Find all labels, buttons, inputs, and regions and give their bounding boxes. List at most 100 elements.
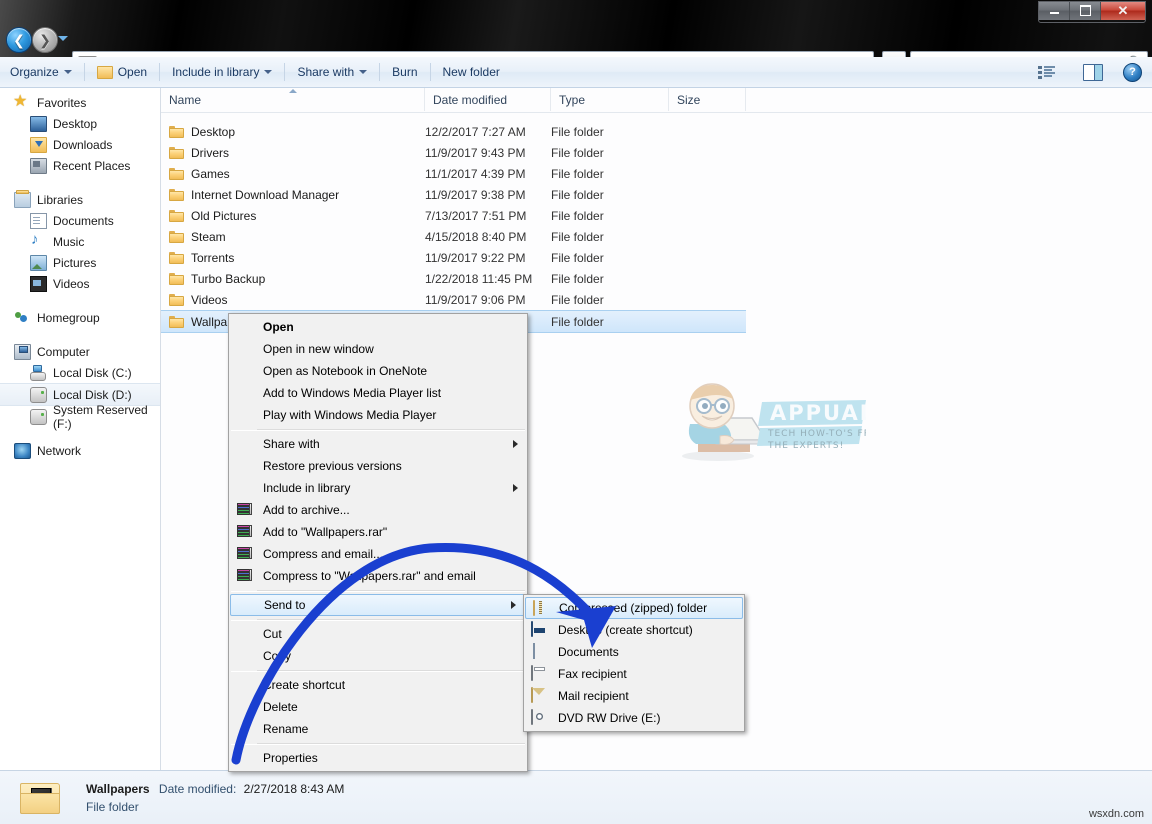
close-icon: ✕ (1118, 4, 1129, 17)
file-name: Videos (191, 293, 227, 307)
send-to-item-compressed-zipped-folder[interactable]: Compressed (zipped) folder (525, 597, 743, 619)
folder-icon (169, 146, 185, 159)
sidebar-item-videos[interactable]: Videos (0, 273, 160, 294)
command-bar-right: ? (1038, 63, 1152, 82)
type-cell: File folder (551, 125, 604, 139)
help-icon[interactable]: ? (1123, 63, 1142, 82)
folder-icon (169, 188, 185, 201)
context-menu-item-share-with[interactable]: Share with (229, 433, 527, 455)
context-menu-item-restore-previous-versions[interactable]: Restore previous versions (229, 455, 527, 477)
context-menu-item-compress-to-wallpapers-rar-and-email[interactable]: Compress to "Wallpapers.rar" and email (229, 565, 527, 587)
logo-title: APPUALS (770, 401, 866, 425)
sidebar-item-label: System Reserved (F:) (53, 403, 160, 431)
sidebar-item-music[interactable]: Music (0, 231, 160, 252)
context-menu-item-create-shortcut[interactable]: Create shortcut (229, 674, 527, 696)
details-date-label: Date modified: (159, 782, 236, 796)
sort-ascending-icon (289, 89, 297, 93)
date-cell: 11/9/2017 9:43 PM (425, 146, 526, 160)
minimize-button[interactable] (1039, 2, 1070, 20)
preview-pane-icon[interactable] (1083, 64, 1103, 81)
burn-button[interactable]: Burn (382, 57, 427, 87)
context-menu-item-add-to-wallpapers-rar[interactable]: Add to "Wallpapers.rar" (229, 521, 527, 543)
table-row[interactable]: Desktop 12/2/2017 7:27 AM File folder (161, 121, 1152, 142)
new-folder-button[interactable]: New folder (433, 57, 510, 87)
menu-separator (231, 670, 525, 671)
logo-tagline-1: TECH HOW-TO'S FROM (767, 429, 866, 439)
context-menu-item-delete[interactable]: Delete (229, 696, 527, 718)
column-header-date-modified[interactable]: Date modified (425, 88, 551, 111)
sidebar-item-network[interactable]: Network (0, 440, 160, 461)
sidebar-item-favorites[interactable]: Favorites (0, 92, 160, 113)
type-cell: File folder (551, 167, 604, 181)
documents-icon (531, 644, 547, 660)
table-row[interactable]: Videos 11/9/2017 9:06 PM File folder (161, 289, 1152, 310)
menu-label: DVD RW Drive (E:) (558, 711, 660, 725)
table-row[interactable]: Turbo Backup 1/22/2018 11:45 PM File fol… (161, 268, 1152, 289)
send-to-item-fax-recipient[interactable]: Fax recipient (524, 663, 744, 685)
mail-icon (531, 688, 547, 704)
sidebar-item-pictures[interactable]: Pictures (0, 252, 160, 273)
context-menu-item-copy[interactable]: Copy (229, 645, 527, 667)
menu-label: Share with (263, 437, 320, 451)
context-menu-item-open-as-notebook-in-onenote[interactable]: Open as Notebook in OneNote (229, 360, 527, 382)
forward-button[interactable]: ❯ (32, 27, 58, 53)
sidebar-item-recent-places[interactable]: Recent Places (0, 155, 160, 176)
sidebar-item-documents[interactable]: Documents (0, 210, 160, 231)
context-menu-item-play-with-windows-media-player[interactable]: Play with Windows Media Player (229, 404, 527, 426)
maximize-button[interactable] (1070, 2, 1101, 20)
column-header-type[interactable]: Type (551, 88, 669, 111)
table-row[interactable]: Old Pictures 7/13/2017 7:51 PM File fold… (161, 205, 1152, 226)
recent-pages-chevron-icon[interactable] (58, 36, 68, 41)
context-menu-item-compress-and-email[interactable]: Compress and email... (229, 543, 527, 565)
sidebar-item-local-disk-c[interactable]: Local Disk (C:) (0, 362, 160, 383)
column-header-size[interactable]: Size (669, 88, 746, 111)
context-menu-item-properties[interactable]: Properties (229, 747, 527, 769)
close-button[interactable]: ✕ (1101, 2, 1145, 20)
sidebar-item-desktop[interactable]: Desktop (0, 113, 160, 134)
organize-button[interactable]: Organize (0, 57, 82, 87)
file-name: Old Pictures (191, 209, 256, 223)
folder-icon (169, 293, 185, 306)
table-row[interactable]: Drivers 11/9/2017 9:43 PM File folder (161, 142, 1152, 163)
site-watermark: wsxdn.com (1089, 808, 1144, 820)
include-in-library-button[interactable]: Include in library (162, 57, 282, 87)
file-name: Desktop (191, 125, 235, 139)
context-menu-item-rename[interactable]: Rename (229, 718, 527, 740)
open-button[interactable]: Open (87, 57, 157, 87)
context-menu-item-include-in-library[interactable]: Include in library (229, 477, 527, 499)
menu-label: Mail recipient (558, 689, 629, 703)
date-cell: 11/9/2017 9:22 PM (425, 251, 526, 265)
change-view-icon[interactable] (1038, 65, 1055, 79)
context-menu-item-add-to-archive[interactable]: Add to archive... (229, 499, 527, 521)
back-button[interactable]: ❮ (6, 27, 32, 53)
type-cell: File folder (551, 272, 604, 286)
folder-icon (169, 167, 185, 180)
send-to-item-mail-recipient[interactable]: Mail recipient (524, 685, 744, 707)
spacer (0, 176, 160, 189)
share-with-button[interactable]: Share with (287, 57, 377, 87)
table-row[interactable]: Torrents 11/9/2017 9:22 PM File folder (161, 247, 1152, 268)
send-to-item-dvd-rw-drive-e[interactable]: DVD RW Drive (E:) (524, 707, 744, 729)
context-menu-item-cut[interactable]: Cut (229, 623, 527, 645)
menu-label: Add to Windows Media Player list (263, 386, 441, 400)
table-row[interactable]: Internet Download Manager 11/9/2017 9:38… (161, 184, 1152, 205)
sidebar-item-homegroup[interactable]: Homegroup (0, 307, 160, 328)
send-to-submenu: Compressed (zipped) folder Desktop (crea… (523, 594, 745, 732)
context-menu-item-open[interactable]: Open (229, 316, 527, 338)
table-row[interactable]: Games 11/1/2017 4:39 PM File folder (161, 163, 1152, 184)
sidebar-item-system-reserved-f[interactable]: System Reserved (F:) (0, 406, 160, 427)
table-row[interactable]: Steam 4/15/2018 8:40 PM File folder (161, 226, 1152, 247)
context-menu-item-open-in-new-window[interactable]: Open in new window (229, 338, 527, 360)
context-menu-item-add-to-windows-media-player-list[interactable]: Add to Windows Media Player list (229, 382, 527, 404)
desktop-icon (30, 116, 47, 132)
folder-icon (169, 272, 185, 285)
sidebar-item-label: Desktop (53, 117, 97, 131)
column-header-name[interactable]: Name (161, 88, 425, 111)
send-to-item-desktop-create-shortcut[interactable]: Desktop (create shortcut) (524, 619, 744, 641)
send-to-item-documents[interactable]: Documents (524, 641, 744, 663)
sidebar-item-libraries[interactable]: Libraries (0, 189, 160, 210)
sidebar-item-downloads[interactable]: Downloads (0, 134, 160, 155)
context-menu-item-send-to[interactable]: Send to (230, 594, 526, 616)
sidebar-item-computer[interactable]: Computer (0, 341, 160, 362)
divider (430, 63, 431, 81)
